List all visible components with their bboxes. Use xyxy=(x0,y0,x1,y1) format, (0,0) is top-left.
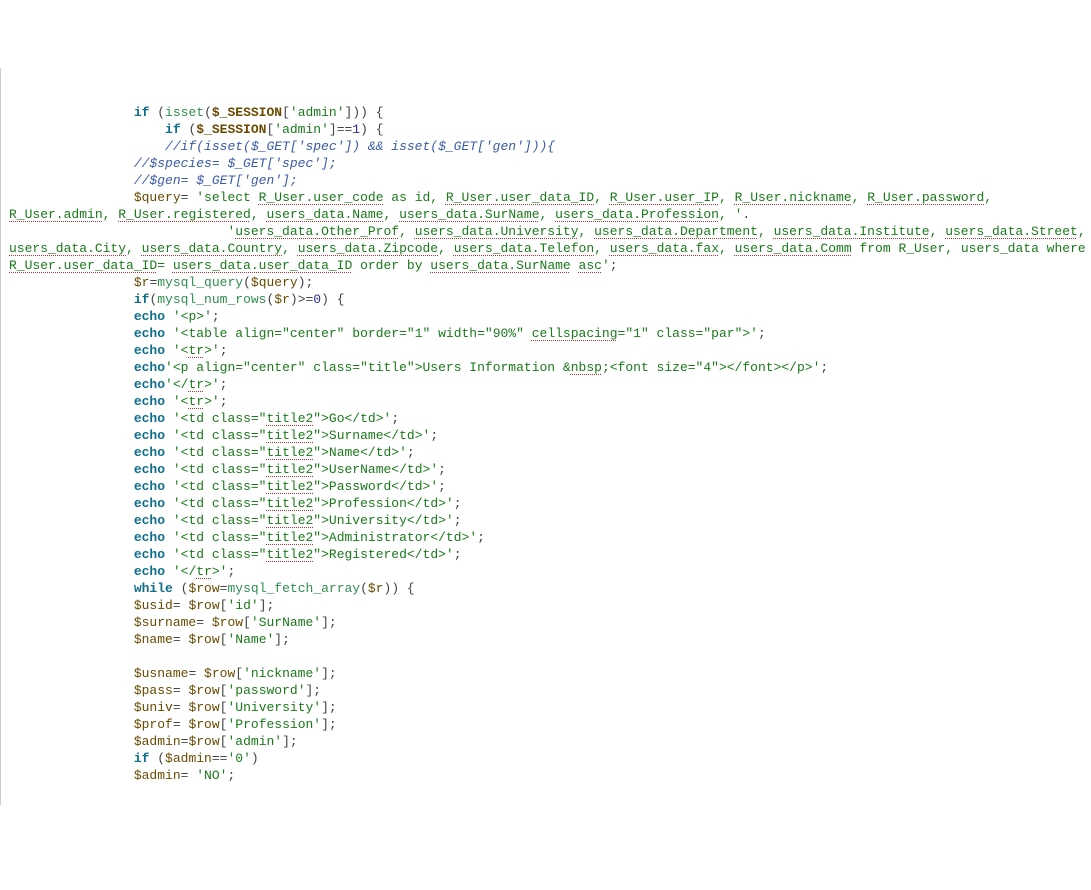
code-line[interactable]: echo'<p align="center" class="title">Use… xyxy=(1,359,1091,376)
code-line[interactable]: $usid= $row['id']; xyxy=(1,597,1091,614)
code-line[interactable]: $admin=$row['admin']; xyxy=(1,733,1091,750)
code-line[interactable]: echo '<table align="center" border="1" w… xyxy=(1,325,1091,342)
code-line[interactable]: $pass= $row['password']; xyxy=(1,682,1091,699)
code-line[interactable]: echo '</tr>'; xyxy=(1,563,1091,580)
code-line[interactable]: echo '<td class="title2">Surname</td>'; xyxy=(1,427,1091,444)
code-line[interactable]: $admin= 'NO'; xyxy=(1,767,1091,784)
code-line[interactable]: if (isset($_SESSION['admin'])) { xyxy=(1,104,1091,121)
code-line[interactable]: $surname= $row['SurName']; xyxy=(1,614,1091,631)
code-line[interactable]: 'users_data.Other_Prof, users_data.Unive… xyxy=(1,223,1091,274)
code-line[interactable]: //if(isset($_GET['spec']) && isset($_GET… xyxy=(1,138,1091,155)
code-line[interactable]: $query= 'select R_User.user_code as id, … xyxy=(1,189,1091,223)
code-line[interactable]: $usname= $row['nickname']; xyxy=(1,665,1091,682)
code-line[interactable]: while ($row=mysql_fetch_array($r)) { xyxy=(1,580,1091,597)
code-line[interactable]: echo '<td class="title2">Password</td>'; xyxy=(1,478,1091,495)
code-line[interactable] xyxy=(1,648,1091,665)
code-editor[interactable]: if (isset($_SESSION['admin'])) { if ($_S… xyxy=(0,68,1091,805)
code-line[interactable]: $univ= $row['University']; xyxy=(1,699,1091,716)
code-line[interactable]: if ($admin=='0') xyxy=(1,750,1091,767)
code-line[interactable]: echo '<td class="title2">UserName</td>'; xyxy=(1,461,1091,478)
code-line[interactable]: //$species= $_GET['spec']; xyxy=(1,155,1091,172)
code-line[interactable]: echo '<td class="title2">Name</td>'; xyxy=(1,444,1091,461)
code-line[interactable]: //$gen= $_GET['gen']; xyxy=(1,172,1091,189)
code-line[interactable]: $prof= $row['Profession']; xyxy=(1,716,1091,733)
code-lines-container: if (isset($_SESSION['admin'])) { if ($_S… xyxy=(1,104,1091,784)
code-line[interactable]: echo '<td class="title2">University</td>… xyxy=(1,512,1091,529)
code-line[interactable]: echo '<td class="title2">Go</td>'; xyxy=(1,410,1091,427)
code-line[interactable]: echo '<tr>'; xyxy=(1,393,1091,410)
code-line[interactable]: if ($_SESSION['admin']==1) { xyxy=(1,121,1091,138)
code-line[interactable]: $r=mysql_query($query); xyxy=(1,274,1091,291)
code-line[interactable]: echo '<p>'; xyxy=(1,308,1091,325)
code-line[interactable]: echo '<td class="title2">Registered</td>… xyxy=(1,546,1091,563)
code-line[interactable]: $name= $row['Name']; xyxy=(1,631,1091,648)
code-line[interactable]: echo'</tr>'; xyxy=(1,376,1091,393)
code-line[interactable]: if(mysql_num_rows($r)>=0) { xyxy=(1,291,1091,308)
code-line[interactable]: echo '<td class="title2">Administrator</… xyxy=(1,529,1091,546)
code-line[interactable]: echo '<tr>'; xyxy=(1,342,1091,359)
code-line[interactable]: echo '<td class="title2">Profession</td>… xyxy=(1,495,1091,512)
